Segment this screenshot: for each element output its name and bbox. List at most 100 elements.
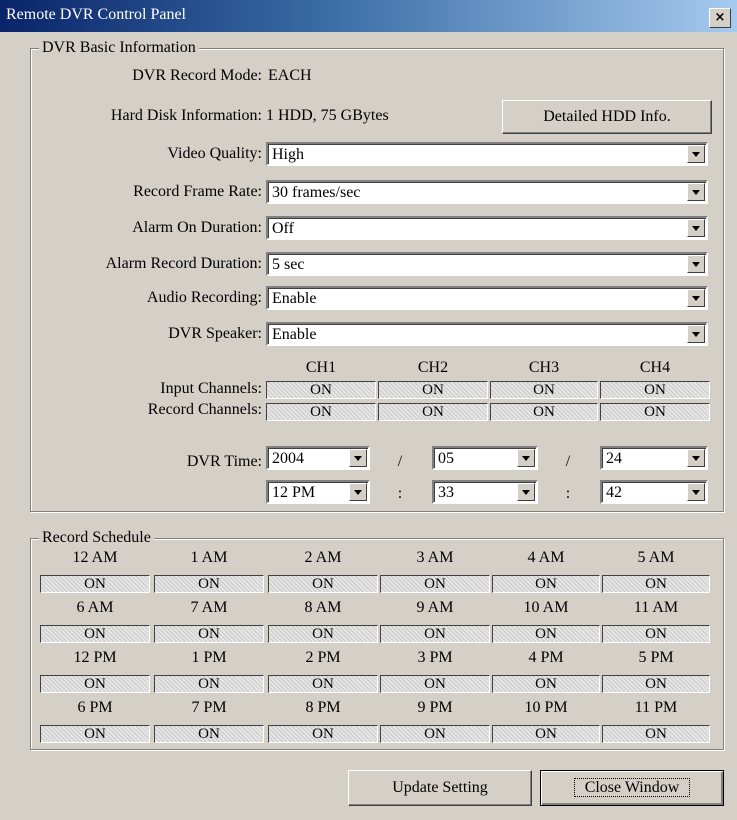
chevron-down-icon[interactable] xyxy=(687,449,705,467)
schedule-hour-label: 10 PM xyxy=(524,699,568,716)
schedule-hour-toggle[interactable]: ON xyxy=(268,675,378,693)
schedule-hour-toggle[interactable]: ON xyxy=(40,625,150,643)
group-title-basic-info: DVR Basic Information xyxy=(39,38,199,58)
schedule-hour-label: 3 AM xyxy=(416,549,454,566)
schedule-hour-toggle[interactable]: ON xyxy=(154,625,264,643)
record-channel-toggle[interactable]: ON xyxy=(378,403,488,421)
month-select[interactable]: 05 xyxy=(432,446,538,470)
schedule-hour-label: 12 PM xyxy=(73,649,117,666)
time-separator: : xyxy=(397,485,403,502)
chevron-down-icon[interactable] xyxy=(349,483,367,501)
schedule-hour-label: 4 PM xyxy=(528,649,564,666)
schedule-hour-label: 7 AM xyxy=(190,599,228,616)
schedule-hour-label: 5 AM xyxy=(637,549,675,566)
input-channel-toggle[interactable]: ON xyxy=(378,381,488,399)
record-schedule-group: Record Schedule xyxy=(30,528,724,750)
update-setting-button[interactable]: Update Setting xyxy=(348,770,532,806)
alarm-record-value: 5 sec xyxy=(272,256,305,273)
schedule-hour-label: 1 AM xyxy=(190,549,228,566)
audio-recording-value: Enable xyxy=(272,290,317,307)
schedule-hour-toggle[interactable]: ON xyxy=(602,625,710,643)
chevron-down-icon[interactable] xyxy=(687,219,705,237)
record-channel-toggle[interactable]: ON xyxy=(600,403,710,421)
schedule-hour-toggle[interactable]: ON xyxy=(268,625,378,643)
schedule-hour-label: 3 PM xyxy=(417,649,453,666)
month-value: 05 xyxy=(438,450,454,467)
schedule-hour-toggle[interactable]: ON xyxy=(268,725,378,743)
schedule-hour-label: 7 PM xyxy=(191,699,227,716)
schedule-hour-toggle[interactable]: ON xyxy=(602,675,710,693)
schedule-hour-toggle[interactable]: ON xyxy=(380,625,490,643)
record-channel-toggle[interactable]: ON xyxy=(490,403,598,421)
video-quality-value: High xyxy=(272,146,304,163)
chevron-down-icon[interactable] xyxy=(687,255,705,273)
schedule-hour-label: 6 PM xyxy=(77,699,113,716)
record-channels-label: Record Channels: xyxy=(147,401,262,418)
schedule-hour-toggle[interactable]: ON xyxy=(602,725,710,743)
chevron-down-icon[interactable] xyxy=(687,183,705,201)
detailed-hdd-info-button[interactable]: Detailed HDD Info. xyxy=(502,100,712,134)
second-value: 42 xyxy=(606,484,622,501)
schedule-hour-toggle[interactable]: ON xyxy=(380,675,490,693)
schedule-hour-toggle[interactable]: ON xyxy=(154,725,264,743)
schedule-hour-toggle[interactable]: ON xyxy=(492,575,600,593)
input-channel-toggle[interactable]: ON xyxy=(490,381,598,399)
schedule-hour-toggle[interactable]: ON xyxy=(40,725,150,743)
schedule-hour-label: 8 PM xyxy=(305,699,341,716)
chevron-down-icon[interactable] xyxy=(687,289,705,307)
chevron-down-icon[interactable] xyxy=(517,483,535,501)
schedule-hour-toggle[interactable]: ON xyxy=(40,675,150,693)
alarm-record-label: Alarm Record Duration: xyxy=(105,255,262,272)
schedule-hour-toggle[interactable]: ON xyxy=(492,725,600,743)
video-quality-select[interactable]: High xyxy=(266,142,708,166)
input-channel-toggle[interactable]: ON xyxy=(600,381,710,399)
channel-header: CH1 xyxy=(305,359,337,376)
speaker-select[interactable]: Enable xyxy=(266,322,708,346)
schedule-hour-label: 9 AM xyxy=(416,599,454,616)
chevron-down-icon[interactable] xyxy=(349,449,367,467)
schedule-hour-label: 6 AM xyxy=(76,599,114,616)
record-channel-toggle[interactable]: ON xyxy=(266,403,376,421)
schedule-hour-toggle[interactable]: ON xyxy=(602,575,710,593)
schedule-hour-label: 2 AM xyxy=(304,549,342,566)
alarm-on-select[interactable]: Off xyxy=(266,216,708,240)
minute-select[interactable]: 33 xyxy=(432,480,538,504)
schedule-hour-toggle[interactable]: ON xyxy=(380,725,490,743)
year-select[interactable]: 2004 xyxy=(266,446,370,470)
close-window-button[interactable]: Close Window xyxy=(540,770,724,806)
chevron-down-icon[interactable] xyxy=(687,325,705,343)
year-value: 2004 xyxy=(272,450,304,467)
frame-rate-label: Record Frame Rate: xyxy=(133,183,262,200)
minute-value: 33 xyxy=(438,484,454,501)
title-bar: Remote DVR Control Panel × xyxy=(0,0,737,32)
schedule-hour-toggle[interactable]: ON xyxy=(268,575,378,593)
record-mode-label: DVR Record Mode: xyxy=(132,67,262,84)
record-mode-value: EACH xyxy=(268,67,312,84)
chevron-down-icon[interactable] xyxy=(517,449,535,467)
chevron-down-icon[interactable] xyxy=(687,483,705,501)
alarm-record-select[interactable]: 5 sec xyxy=(266,252,708,276)
schedule-hour-toggle[interactable]: ON xyxy=(154,675,264,693)
schedule-hour-toggle[interactable]: ON xyxy=(492,625,600,643)
hour-select[interactable]: 12 PM xyxy=(266,480,370,504)
speaker-value: Enable xyxy=(272,326,317,343)
day-select[interactable]: 24 xyxy=(600,446,708,470)
chevron-down-icon[interactable] xyxy=(687,145,705,163)
video-quality-label: Video Quality: xyxy=(167,145,262,162)
hdd-label: Hard Disk Information: xyxy=(110,107,262,124)
schedule-hour-toggle[interactable]: ON xyxy=(154,575,264,593)
second-select[interactable]: 42 xyxy=(600,480,708,504)
schedule-hour-label: 1 PM xyxy=(191,649,227,666)
schedule-hour-toggle[interactable]: ON xyxy=(40,575,150,593)
schedule-hour-toggle[interactable]: ON xyxy=(380,575,490,593)
close-icon[interactable]: × xyxy=(709,8,731,28)
frame-rate-select[interactable]: 30 frames/sec xyxy=(266,180,708,204)
schedule-hour-label: 9 PM xyxy=(417,699,453,716)
date-separator: / xyxy=(565,453,571,470)
frame-rate-value: 30 frames/sec xyxy=(272,184,361,201)
schedule-hour-label: 2 PM xyxy=(305,649,341,666)
window-title: Remote DVR Control Panel xyxy=(6,6,186,23)
audio-recording-select[interactable]: Enable xyxy=(266,286,708,310)
schedule-hour-toggle[interactable]: ON xyxy=(492,675,600,693)
input-channel-toggle[interactable]: ON xyxy=(266,381,376,399)
